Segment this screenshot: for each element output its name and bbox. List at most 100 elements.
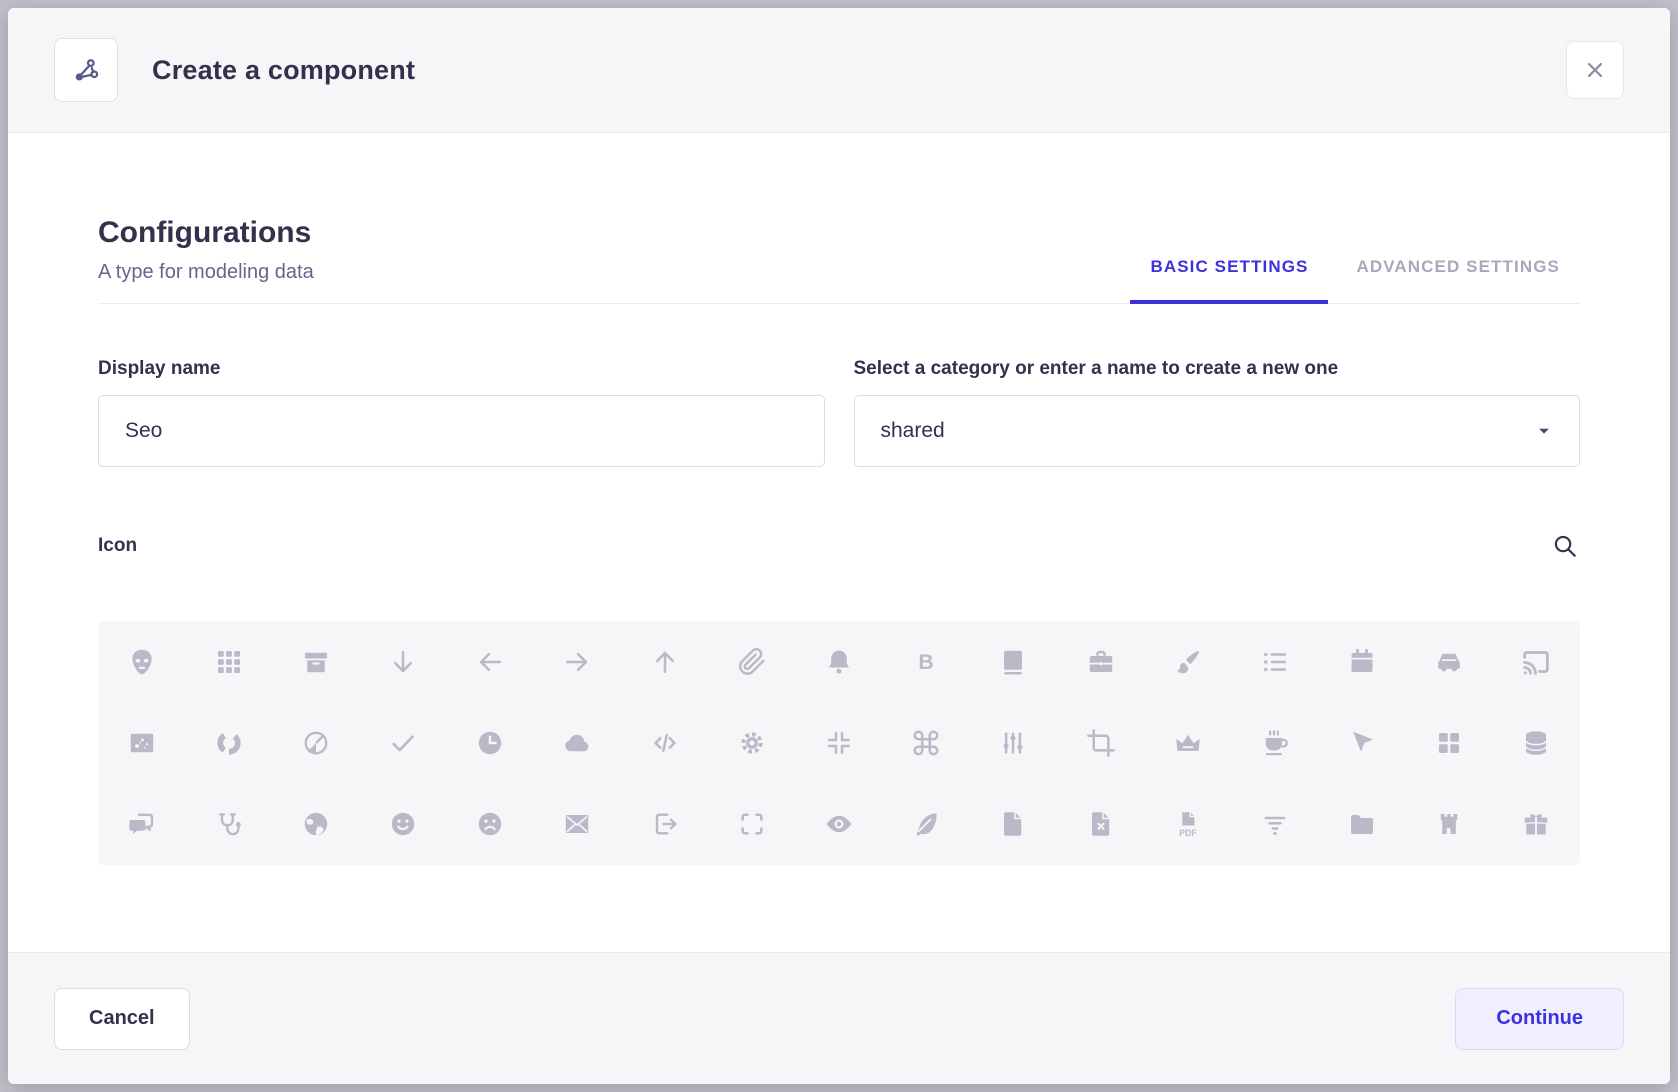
icon-option-car[interactable] xyxy=(1421,634,1477,690)
icon-option-gate[interactable] xyxy=(1421,796,1477,852)
page-title: Configurations xyxy=(98,215,314,251)
icon-option-arrow-left[interactable] xyxy=(462,634,518,690)
cloud-icon xyxy=(562,728,592,758)
icon-option-collapse[interactable] xyxy=(811,715,867,771)
icon-option-discuss[interactable] xyxy=(114,796,170,852)
cancel-button[interactable]: Cancel xyxy=(54,988,190,1050)
icon-option-code[interactable] xyxy=(637,715,693,771)
icon-option-check[interactable] xyxy=(375,715,431,771)
alien-icon xyxy=(127,647,157,677)
section-titles: Configurations A type for modeling data xyxy=(98,215,314,303)
clock-icon xyxy=(475,728,505,758)
crown-icon xyxy=(1173,728,1203,758)
icon-option-folder[interactable] xyxy=(1334,796,1390,852)
icon-option-emotion-happy[interactable] xyxy=(375,796,431,852)
icon-option-arrow-up[interactable] xyxy=(637,634,693,690)
icon-option-chart-circle[interactable] xyxy=(201,715,257,771)
icon-option-calendar[interactable] xyxy=(1334,634,1390,690)
book-icon xyxy=(998,647,1028,677)
envelop-icon xyxy=(562,809,592,839)
chart-pie-icon xyxy=(301,728,331,758)
close-icon xyxy=(1582,57,1608,83)
icon-option-dashboard[interactable] xyxy=(1421,715,1477,771)
icon-option-envelop[interactable] xyxy=(549,796,605,852)
icon-option-chart-pie[interactable] xyxy=(288,715,344,771)
check-icon xyxy=(388,728,418,758)
icon-option-file[interactable] xyxy=(985,796,1041,852)
bell-icon xyxy=(824,647,854,677)
create-component-modal: Create a component Configurations A type… xyxy=(8,8,1670,1084)
display-name-field-group: Display name xyxy=(98,358,825,467)
car-icon xyxy=(1434,647,1464,677)
database-icon xyxy=(1521,728,1551,758)
icon-option-crop[interactable] xyxy=(1073,715,1129,771)
icon-option-arrow-down[interactable] xyxy=(375,634,431,690)
icon-option-file-pdf[interactable]: PDF xyxy=(1160,796,1216,852)
category-select[interactable]: shared xyxy=(854,395,1581,467)
cup-icon xyxy=(1260,728,1290,758)
icon-option-bullet-list[interactable] xyxy=(1247,634,1303,690)
icon-option-feather[interactable] xyxy=(898,796,954,852)
icon-option-apps[interactable] xyxy=(201,634,257,690)
display-name-input[interactable] xyxy=(98,395,825,467)
icon-option-cursor[interactable] xyxy=(1334,715,1390,771)
settings-tabs: BASIC SETTINGS ADVANCED SETTINGS xyxy=(1130,257,1580,303)
icon-option-clock[interactable] xyxy=(462,715,518,771)
icon-option-arrow-right[interactable] xyxy=(549,634,605,690)
feather-icon xyxy=(911,809,941,839)
tab-advanced-settings[interactable]: ADVANCED SETTINGS xyxy=(1336,257,1580,303)
icon-option-cog[interactable] xyxy=(724,715,780,771)
close-button[interactable] xyxy=(1566,41,1624,99)
discuss-icon xyxy=(127,809,157,839)
chevron-down-icon xyxy=(1535,422,1553,440)
icon-option-archive[interactable] xyxy=(288,634,344,690)
emotion-unhappy-icon xyxy=(475,809,505,839)
icon-option-brush[interactable] xyxy=(1160,634,1216,690)
icon-option-cup[interactable] xyxy=(1247,715,1303,771)
icon-option-briefcase[interactable] xyxy=(1073,634,1129,690)
apps-icon xyxy=(214,647,244,677)
icon-option-earth[interactable] xyxy=(288,796,344,852)
brush-icon xyxy=(1173,647,1203,677)
icon-option-file-error[interactable] xyxy=(1073,796,1129,852)
icon-search-button[interactable] xyxy=(1550,531,1580,561)
eye-icon xyxy=(824,809,854,839)
display-name-label: Display name xyxy=(98,358,825,380)
archive-icon xyxy=(301,647,331,677)
icon-option-alien[interactable] xyxy=(114,634,170,690)
icon-option-cast[interactable] xyxy=(1508,634,1564,690)
icon-option-gift[interactable] xyxy=(1508,796,1564,852)
icon-option-bell[interactable] xyxy=(811,634,867,690)
icon-picker-head: Icon xyxy=(98,531,1580,561)
category-field-group: Select a category or enter a name to cre… xyxy=(854,358,1581,467)
page-subtitle: A type for modeling data xyxy=(98,259,314,285)
icon-option-bold[interactable]: B xyxy=(898,634,954,690)
section-head: Configurations A type for modeling data … xyxy=(98,215,1580,304)
icon-option-crown[interactable] xyxy=(1160,715,1216,771)
icon-option-faders[interactable] xyxy=(985,715,1041,771)
expand-icon xyxy=(737,809,767,839)
icon-option-book[interactable] xyxy=(985,634,1041,690)
faders-icon xyxy=(998,728,1028,758)
continue-button[interactable]: Continue xyxy=(1455,988,1624,1050)
cast-icon xyxy=(1521,647,1551,677)
category-selected-value: shared xyxy=(881,419,945,443)
icon-option-attachment[interactable] xyxy=(724,634,780,690)
briefcase-icon xyxy=(1086,647,1116,677)
icon-option-emotion-unhappy[interactable] xyxy=(462,796,518,852)
icon-option-exit[interactable] xyxy=(637,796,693,852)
code-icon xyxy=(650,728,680,758)
icon-option-database[interactable] xyxy=(1508,715,1564,771)
tab-basic-settings[interactable]: BASIC SETTINGS xyxy=(1130,257,1328,303)
file-pdf-icon: PDF xyxy=(1173,809,1203,839)
chart-circle-icon xyxy=(214,728,244,758)
modal-header: Create a component xyxy=(8,8,1670,133)
icon-option-doctor[interactable] xyxy=(201,796,257,852)
icon-option-eye[interactable] xyxy=(811,796,867,852)
icon-option-cloud[interactable] xyxy=(549,715,605,771)
icon-option-filter[interactable] xyxy=(1247,796,1303,852)
icon-option-chart-bubble[interactable] xyxy=(114,715,170,771)
icon-option-expand[interactable] xyxy=(724,796,780,852)
icon-grid: B PDF xyxy=(98,621,1580,865)
icon-option-command[interactable] xyxy=(898,715,954,771)
